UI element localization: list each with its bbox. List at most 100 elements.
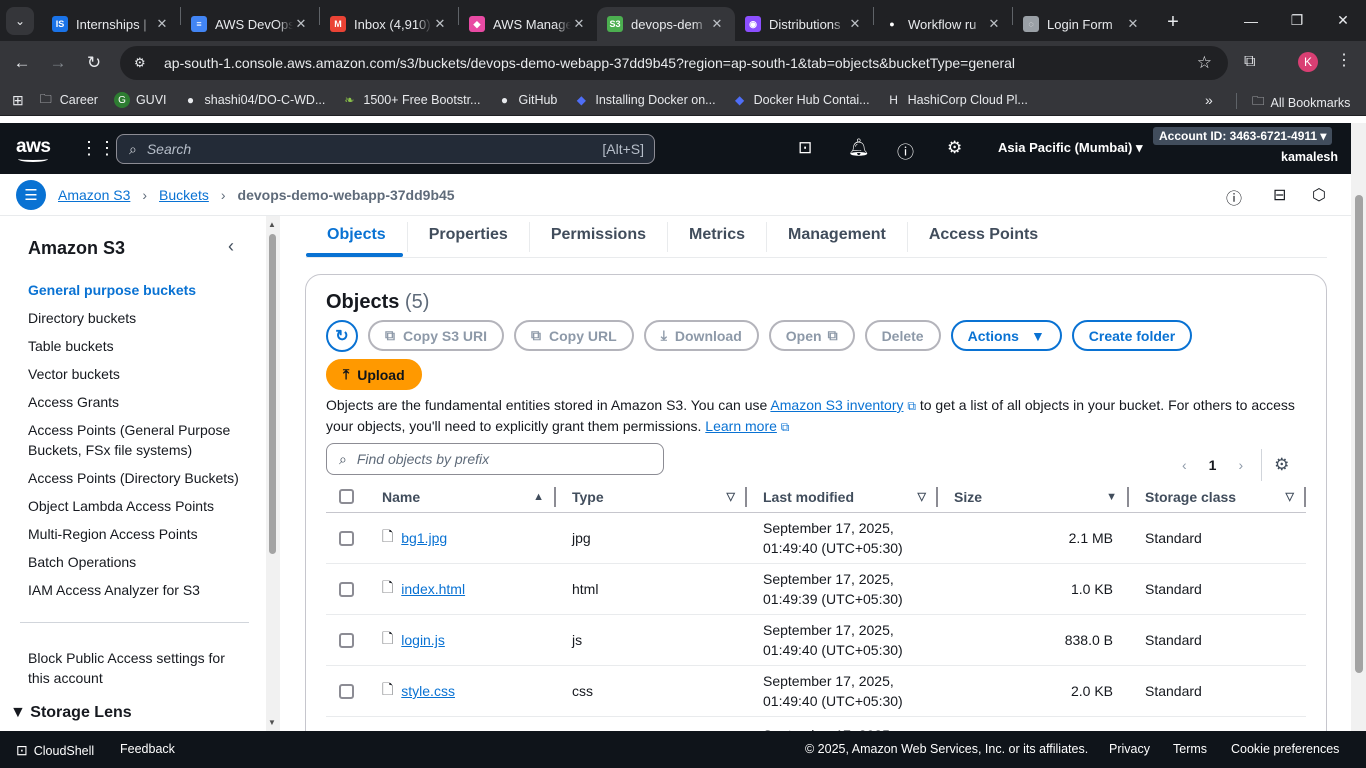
breadcrumb-amazon-s3[interactable]: Amazon S3 (58, 187, 130, 203)
page-number[interactable]: 1 (1209, 457, 1217, 473)
page-scrollbar[interactable] (1351, 123, 1366, 731)
aws-logo[interactable]: aws (16, 136, 51, 162)
tab-permissions[interactable]: Permissions (530, 222, 668, 252)
bookmark-item[interactable]: G GUVI (113, 92, 167, 108)
column-type[interactable]: Type ▽ (556, 481, 747, 513)
bookmark-item[interactable]: ● GitHub (496, 92, 558, 108)
sidebar-item[interactable]: Access Points (Directory Buckets) (28, 468, 248, 488)
browser-tab[interactable]: ◆ AWS Manage ✕ (459, 7, 597, 41)
row-checkbox[interactable] (338, 683, 354, 699)
close-tab-icon[interactable]: ✕ (1125, 16, 1141, 32)
copy-url-button[interactable]: ⧉ Copy URL (514, 320, 634, 351)
sidebar-section-storage-lens[interactable]: ▼ Storage Lens (10, 704, 132, 722)
table-row[interactable]: September 17, 2025 (326, 717, 1306, 731)
browser-menu-icon[interactable]: ⋮ (1336, 50, 1352, 70)
account-menu[interactable]: Account ID: 3463-6721-4911 ▾ (1153, 127, 1333, 145)
url-bar[interactable]: ⚙ ap-south-1.console.aws.amazon.com/s3/b… (120, 46, 1228, 80)
browser-tab[interactable]: M Inbox (4,910) ✕ (320, 7, 458, 41)
open-button[interactable]: Open ⧉ (768, 320, 855, 351)
all-bookmarks-button[interactable]: 🗀 All Bookmarks (1252, 92, 1350, 113)
close-tab-icon[interactable]: ✕ (432, 16, 448, 32)
column-name[interactable]: Name ▲ (366, 481, 556, 513)
tab-access-points[interactable]: Access Points (908, 222, 1059, 252)
row-checkbox[interactable] (338, 530, 354, 546)
feedback-button[interactable]: Feedback (120, 742, 175, 756)
close-window-icon[interactable]: ✕ (1320, 0, 1366, 41)
object-link[interactable]: bg1.jpg (401, 530, 447, 546)
new-tab-button[interactable]: + (1159, 11, 1187, 34)
close-sidebar-icon[interactable]: ‹ (228, 236, 234, 257)
sidebar-item[interactable]: Access Points (General Purpose Buckets, … (28, 420, 248, 460)
table-row[interactable]: 🗋 index.html html September 17, 2025, 01:49:… (326, 564, 1306, 615)
restore-icon[interactable]: ❐ (1274, 0, 1320, 41)
prev-page-icon[interactable]: ‹ (1182, 457, 1187, 473)
tab-search-button[interactable]: ⌄ (6, 6, 34, 35)
browser-tab[interactable]: ◌ Login Form ✕ (1013, 7, 1151, 41)
apps-grid-icon[interactable]: ⊞ (12, 92, 24, 109)
column-storage-class[interactable]: Storage class ▽ (1129, 481, 1306, 513)
object-link[interactable]: style.css (401, 683, 455, 699)
close-tab-icon[interactable]: ✕ (571, 16, 587, 32)
profile-avatar[interactable]: K (1298, 52, 1318, 72)
column-size[interactable]: Size ▼ (938, 481, 1129, 513)
site-info-icon[interactable]: ⚙ (134, 55, 150, 71)
bookmark-item[interactable]: ❧ 1500+ Free Bootstr... (341, 92, 480, 108)
delete-button[interactable]: Delete (864, 320, 941, 351)
sidebar-item[interactable]: Object Lambda Access Points (28, 496, 248, 516)
bookmark-item[interactable]: 🗀 Career (38, 92, 98, 108)
minimize-icon[interactable]: — (1228, 0, 1274, 41)
row-checkbox[interactable] (338, 632, 354, 648)
download-button[interactable]: ⤓ Download (643, 320, 759, 351)
column-last-modified[interactable]: Last modified ▽ (747, 481, 938, 513)
browser-tab[interactable]: IS Internships | ✕ (42, 7, 180, 41)
object-link[interactable]: index.html (401, 581, 465, 597)
terms-link[interactable]: Terms (1173, 742, 1207, 756)
cloudshell-icon[interactable]: ⊡ (798, 138, 812, 158)
info-icon[interactable]: ⓘ (1226, 185, 1242, 209)
browser-tab[interactable]: ● Workflow ru ✕ (874, 7, 1012, 41)
sidebar-scrollbar[interactable]: ▲ ▼ (266, 216, 280, 731)
next-page-icon[interactable]: › (1238, 457, 1243, 473)
browser-tab[interactable]: S3 devops-dem ✕ (597, 7, 735, 41)
bookmark-item[interactable]: ◆ Installing Docker on... (573, 92, 716, 108)
upload-button[interactable]: ⤒ Upload (326, 359, 422, 390)
table-row[interactable]: 🗋 login.js js September 17, 2025, 01:49:40 (… (326, 615, 1306, 666)
aws-search-input[interactable]: ⌕ Search [Alt+S] (116, 134, 655, 164)
tab-metrics[interactable]: Metrics (668, 222, 768, 252)
cookie-preferences-link[interactable]: Cookie preferences (1231, 742, 1339, 756)
side-nav-toggle-icon[interactable]: ☰ (16, 180, 46, 210)
table-row[interactable]: 🗋 bg1.jpg jpg September 17, 2025, 01:49:40 (… (326, 513, 1306, 564)
cloudshell-button[interactable]: ⊡ CloudShell (16, 742, 94, 759)
sidebar-item[interactable]: IAM Access Analyzer for S3 (28, 580, 248, 600)
sidebar-item[interactable]: Vector buckets (28, 364, 248, 384)
select-all-checkbox[interactable] (338, 489, 354, 504)
object-link[interactable]: login.js (401, 632, 445, 648)
learn-more-link[interactable]: Learn more (705, 418, 777, 434)
close-tab-icon[interactable]: ✕ (154, 16, 170, 32)
hexagon-settings-icon[interactable]: ⬡ (1312, 185, 1326, 205)
sidebar-item[interactable]: General purpose buckets (28, 280, 248, 300)
close-tab-icon[interactable]: ✕ (709, 16, 725, 32)
privacy-link[interactable]: Privacy (1109, 742, 1150, 756)
table-preferences-icon[interactable]: ⚙ (1274, 455, 1289, 475)
sidebar-item[interactable]: Multi-Region Access Points (28, 524, 248, 544)
sidebar-item[interactable]: Table buckets (28, 336, 248, 356)
close-tab-icon[interactable]: ✕ (847, 16, 863, 32)
actions-dropdown[interactable]: Actions ▼ (950, 320, 1062, 351)
create-folder-button[interactable]: Create folder (1071, 320, 1193, 351)
settings-gear-icon[interactable]: ⚙ (947, 138, 962, 158)
page-scroll-thumb[interactable] (1355, 195, 1363, 673)
tab-properties[interactable]: Properties (408, 222, 530, 252)
bookmark-item[interactable]: H HashiCorp Cloud Pl... (886, 92, 1028, 108)
table-row[interactable]: 🗋 style.css css September 17, 2025, 01:49:40… (326, 666, 1306, 717)
bookmarks-overflow-icon[interactable]: » (1205, 92, 1213, 108)
scroll-up-icon[interactable]: ▲ (268, 220, 276, 229)
s3-inventory-link[interactable]: Amazon S3 inventory (770, 397, 903, 413)
forward-icon[interactable]: → (40, 53, 76, 73)
breadcrumb-buckets[interactable]: Buckets (159, 187, 209, 203)
refresh-button[interactable]: ↻ (326, 320, 358, 352)
row-checkbox[interactable] (338, 581, 354, 597)
tab-management[interactable]: Management (767, 222, 908, 252)
bookmark-item[interactable]: ● shashi04/DO-C-WD... (183, 92, 325, 108)
bookmark-item[interactable]: ◆ Docker Hub Contai... (732, 92, 870, 108)
